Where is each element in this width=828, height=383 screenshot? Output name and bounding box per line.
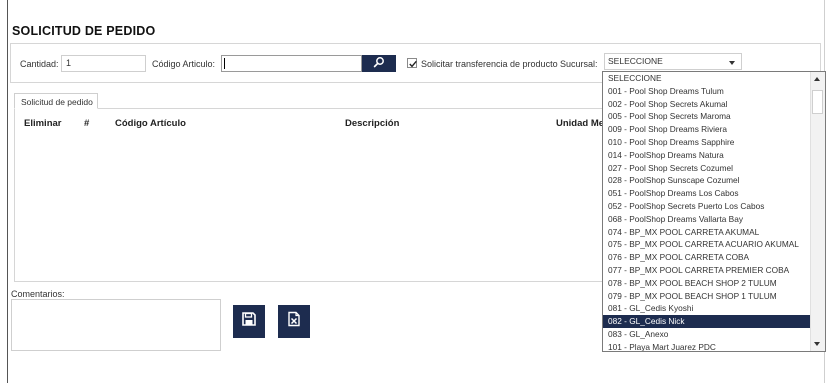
quantity-input[interactable]: 1 — [61, 55, 146, 72]
column-header-eliminar: Eliminar — [24, 118, 62, 129]
branch-option[interactable]: 079 - BP_MX POOL BEACH SHOP 1 TULUM — [603, 290, 810, 303]
branch-option[interactable]: 014 - PoolShop Dreams Natura — [603, 149, 810, 162]
branch-option[interactable]: 001 - Pool Shop Dreams Tulum — [603, 85, 810, 98]
comments-textarea[interactable] — [11, 299, 221, 351]
column-header-article-code: Código Artículo — [115, 118, 186, 129]
branch-option[interactable]: 068 - PoolShop Dreams Vallarta Bay — [603, 213, 810, 226]
dropdown-scroll-thumb[interactable] — [812, 90, 823, 114]
document-x-icon — [286, 311, 302, 332]
branch-option[interactable]: 077 - BP_MX POOL CARRETA PREMIER COBA — [603, 264, 810, 277]
branch-select-value: SELECCIONE — [608, 56, 663, 66]
branch-dropdown-list[interactable]: 101 - Playa Mart Juarez PDC 083 - GL_Anex… — [602, 71, 826, 352]
floppy-disk-icon — [241, 311, 257, 332]
branch-option[interactable]: 082 - GL_Cedis Nick — [603, 315, 810, 328]
quantity-label: Cantidad: — [20, 59, 59, 69]
column-header-description: Descripción — [345, 118, 400, 129]
scroll-down-arrow-icon[interactable] — [814, 342, 820, 346]
branch-option[interactable]: SELECCIONE — [603, 72, 810, 85]
branch-option[interactable]: 074 - BP_MX POOL CARRETA AKUMAL — [603, 226, 810, 239]
branch-option[interactable]: 083 - GL_Anexo — [603, 328, 810, 341]
column-header-unit: Unidad Me — [556, 118, 605, 129]
scroll-up-arrow-icon[interactable] — [814, 77, 820, 81]
branch-option[interactable]: 005 - Pool Shop Secrets Maroma — [603, 110, 810, 123]
tab-solicitud-de-pedido[interactable]: Solicitud de pedido — [14, 93, 98, 109]
branch-option[interactable]: 101 - Playa Mart Juarez PDC — [603, 341, 810, 351]
branch-option[interactable]: 002 - Pool Shop Secrets Akumal — [603, 98, 810, 111]
column-header-number: # — [84, 118, 90, 129]
branch-option[interactable]: 027 - Pool Shop Secrets Cozumel — [603, 162, 810, 175]
branch-option[interactable]: 052 - PoolShop Secrets Puerto Los Cabos — [603, 200, 810, 213]
save-button[interactable] — [233, 305, 265, 338]
branch-option[interactable]: 010 - Pool Shop Dreams Sapphire — [603, 136, 810, 149]
chevron-down-icon — [729, 61, 735, 65]
search-icon — [373, 55, 385, 73]
branch-option[interactable]: 009 - Pool Shop Dreams Riviera — [603, 123, 810, 136]
search-button[interactable] — [362, 55, 396, 72]
branch-option[interactable]: 028 - PoolShop Sunscape Cozumel — [603, 174, 810, 187]
branch-option[interactable]: 075 - BP_MX POOL CARRETA ACUARIO AKUMAL — [603, 238, 810, 251]
clear-button[interactable] — [278, 305, 310, 338]
branch-select[interactable]: SELECCIONE — [604, 53, 742, 70]
article-code-label: Código Articulo: — [152, 59, 216, 69]
branch-label: Sucursal: — [560, 59, 598, 69]
window-left-border — [7, 0, 8, 383]
transfer-label: Solicitar transferencia de producto — [421, 59, 558, 69]
transfer-checkbox[interactable] — [407, 58, 417, 68]
article-code-input[interactable] — [221, 55, 362, 72]
text-cursor — [224, 58, 225, 69]
branch-option[interactable]: 078 - BP_MX POOL BEACH SHOP 2 TULUM — [603, 277, 810, 290]
branch-option[interactable]: 076 - BP_MX POOL CARRETA COBA — [603, 251, 810, 264]
comments-label: Comentarios: — [11, 289, 65, 299]
branch-option[interactable]: 081 - GL_Cedis Kyoshi — [603, 302, 810, 315]
page-title: SOLICITUD DE PEDIDO — [12, 24, 156, 38]
branch-option[interactable]: 051 - PoolShop Dreams Los Cabos — [603, 187, 810, 200]
